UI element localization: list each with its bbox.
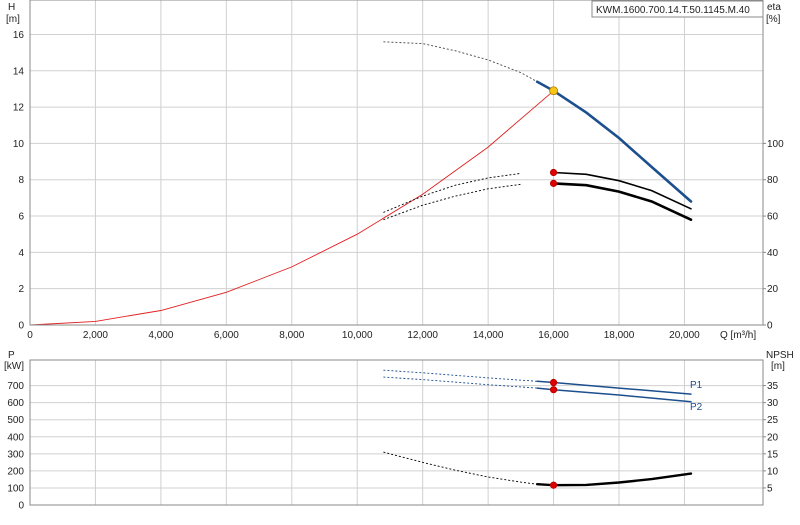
chart-background xyxy=(0,0,800,520)
x-tick-label: 10,000 xyxy=(342,330,373,341)
y-left-tick-label: 10 xyxy=(13,139,25,150)
y-right-tick-label: 60 xyxy=(767,212,779,223)
x-tick-label: 2,000 xyxy=(83,330,108,341)
y-right-tick-label: 80 xyxy=(767,175,779,186)
y-left-tick-label: 12 xyxy=(13,103,25,114)
x-tick-label: 20,000 xyxy=(669,330,700,341)
y-left-tick-label: 600 xyxy=(7,398,24,409)
y-left-tick-label: 8 xyxy=(18,175,24,186)
y-left-tick-label: 700 xyxy=(7,381,24,392)
p-axis-unit: [kW] xyxy=(4,361,24,372)
y-right-tick-label: 40 xyxy=(767,248,779,259)
operating-point-marker xyxy=(549,168,558,177)
p-axis-label: P xyxy=(8,350,15,361)
y-right-tick-label: 15 xyxy=(767,449,779,460)
eta-axis-unit: [%] xyxy=(766,14,781,25)
y-right-tick-label: 0 xyxy=(767,321,773,332)
y-right-tick-label: 20 xyxy=(767,432,779,443)
y-left-tick-label: 16 xyxy=(13,30,25,41)
y-left-tick-label: 500 xyxy=(7,415,24,426)
y-right-tick-label: 35 xyxy=(767,381,779,392)
y-right-tick-label: 5 xyxy=(767,483,773,494)
chart-title: KWM.1600.700.14.T.50.1145.M.40 xyxy=(596,5,750,16)
y-left-tick-label: 0 xyxy=(18,321,24,332)
x-tick-label: 18,000 xyxy=(604,330,635,341)
operating-point-marker xyxy=(549,179,558,187)
y-left-tick-label: 400 xyxy=(7,432,24,443)
x-tick-label: 8,000 xyxy=(279,330,304,341)
q-axis-label: Q [m³/h] xyxy=(720,330,756,341)
chart-canvas: 0 2,000 4,000 6,000 8,000 10,000 12,000 14,000 1… xyxy=(0,0,800,520)
y-left-tick-label: 4 xyxy=(18,248,24,259)
operating-point-marker xyxy=(549,481,558,489)
y-left-tick-label: 2 xyxy=(18,284,24,295)
pump-curve-chart: 0 2,000 4,000 6,000 8,000 10,000 12,000 14,000 1… xyxy=(0,0,800,520)
x-tick-label: 12,000 xyxy=(407,330,438,341)
x-tick-label: 4,000 xyxy=(148,330,173,341)
y-left-tick-label: 300 xyxy=(7,449,24,460)
p1-series-label: P1 xyxy=(690,380,703,391)
x-tick-label: 16,000 xyxy=(538,330,569,341)
y-left-tick-label: 200 xyxy=(7,466,24,477)
y-left-tick-label: 0 xyxy=(18,501,24,512)
eta-axis-label: eta xyxy=(767,2,781,13)
y-left-tick-label: 14 xyxy=(13,66,25,77)
x-tick-label: 6,000 xyxy=(214,330,239,341)
y-right-tick-label: 30 xyxy=(767,398,779,409)
y-right-tick-label: 100 xyxy=(767,139,784,150)
x-tick-label: 0 xyxy=(27,330,33,341)
h-axis-unit: [m] xyxy=(6,14,20,25)
y-right-tick-label: 20 xyxy=(767,284,779,295)
h-axis-label: H xyxy=(8,2,15,13)
y-right-tick-label: 10 xyxy=(767,466,779,477)
y-right-tick-label: 25 xyxy=(767,415,779,426)
p2-series-label: P2 xyxy=(690,402,703,413)
npsh-axis-label: NPSH xyxy=(766,350,794,361)
npsh-axis-unit: [m] xyxy=(771,361,785,372)
y-left-tick-label: 6 xyxy=(18,212,24,223)
duty-point-marker xyxy=(549,86,558,96)
y-left-tick-label: 100 xyxy=(7,483,24,494)
operating-point-marker xyxy=(549,378,558,387)
operating-point-marker xyxy=(549,386,558,394)
x-tick-label: 14,000 xyxy=(473,330,504,341)
